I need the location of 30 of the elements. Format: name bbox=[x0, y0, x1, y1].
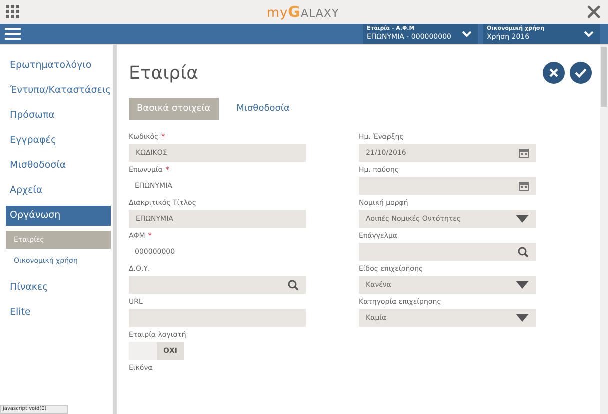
calendar-icon[interactable] bbox=[519, 148, 529, 158]
dropdown-arrow-icon bbox=[516, 215, 529, 223]
sidebar-item[interactable]: Οργάνωση bbox=[6, 206, 111, 226]
input-field[interactable] bbox=[129, 309, 306, 327]
sidebar-item[interactable]: Αρχεία bbox=[6, 181, 111, 201]
sidebar-item[interactable]: Εγγραφές bbox=[6, 131, 111, 151]
tab[interactable]: Μισθοδοσία bbox=[228, 98, 298, 120]
chevron-down-icon bbox=[584, 31, 594, 38]
sidebar-item[interactable]: Ερωτηματολόγιο bbox=[6, 56, 111, 76]
sidebar-item[interactable]: Πίνακες bbox=[6, 278, 111, 298]
cancel-button[interactable] bbox=[543, 62, 565, 84]
sidebar-item[interactable]: Μισθοδοσία bbox=[6, 156, 111, 176]
page-title: Εταιρία bbox=[129, 62, 199, 84]
logo-text: myGALAXY bbox=[266, 3, 340, 21]
dropdown-arrow-icon bbox=[516, 314, 529, 322]
save-button[interactable] bbox=[570, 62, 592, 84]
apps-grid-icon[interactable] bbox=[6, 5, 20, 19]
dropdown-arrow-icon bbox=[516, 281, 529, 289]
search-icon[interactable] bbox=[288, 280, 299, 290]
sidebar-item[interactable]: Έντυπα/Καταστάσεις bbox=[6, 81, 111, 101]
calendar-icon[interactable] bbox=[519, 181, 529, 191]
sidebar-item[interactable]: Πρόσωπα bbox=[6, 106, 111, 126]
chevron-down-icon bbox=[462, 31, 472, 38]
search-field[interactable] bbox=[359, 243, 536, 261]
search-field[interactable] bbox=[129, 276, 306, 294]
search-icon[interactable] bbox=[518, 246, 529, 258]
date-field[interactable] bbox=[359, 177, 536, 195]
close-icon bbox=[549, 68, 559, 78]
checkmark-icon bbox=[575, 68, 587, 78]
sidebar-item[interactable]: Elite bbox=[6, 303, 111, 323]
